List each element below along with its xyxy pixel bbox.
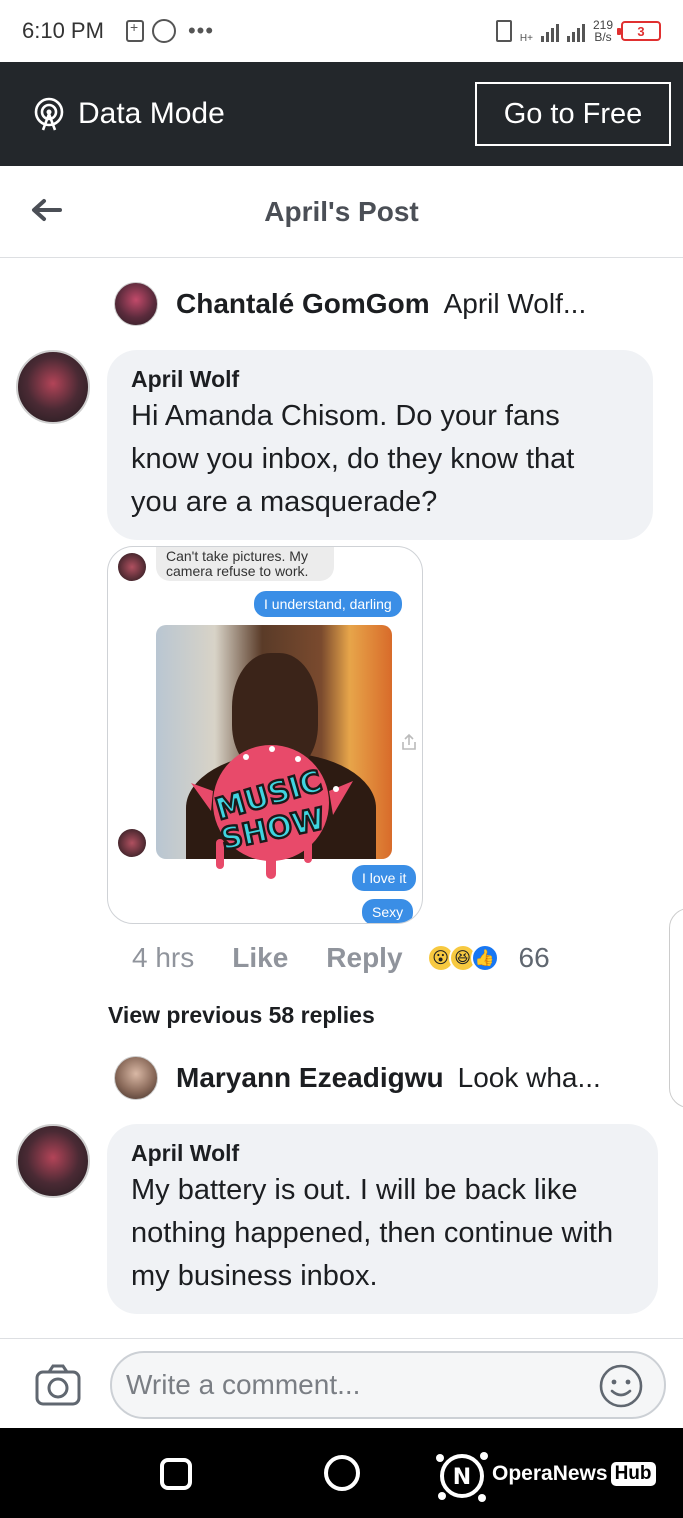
comment-thread: Chantalé GomGom April Wolf... April Wolf… [0,258,683,1338]
signal-2-icon [566,20,585,42]
data-mode-bar: Data Mode Go to Free [0,62,683,166]
reaction-count[interactable]: 66 [519,942,550,974]
page-title: April's Post [264,195,419,227]
svg-text:N: N [453,1465,471,1490]
share-icon [402,733,416,750]
avatar [118,553,146,581]
vibrate-icon [495,20,512,42]
operanews-logo-icon: N [436,1452,488,1502]
parent-comment-2[interactable]: Maryann Ezeadigwu Look wha... [114,1056,601,1100]
view-previous-replies-link[interactable]: View previous 58 replies [108,1002,375,1029]
avatar[interactable] [16,350,90,424]
status-bar: 6:10 PM ••• H+ 219 B/s 3 [0,0,683,62]
back-arrow-icon[interactable] [26,192,66,232]
watermark-brand: OperaNews [492,1462,608,1485]
avatar [118,829,146,857]
camera-icon[interactable] [34,1363,82,1407]
opera-notification-icon [151,19,176,43]
comment-composer [0,1338,683,1428]
emoji-icon[interactable] [598,1363,644,1409]
status-left-icons: ••• [125,18,215,44]
avatar[interactable] [114,1056,158,1100]
go-to-free-button[interactable]: Go to Free [475,82,671,146]
reply-text: Hi Amanda Chisom. Do your fans know you … [131,400,575,518]
attachment-message: Can't take pictures. My camera refuse to… [156,547,334,581]
network-speed-unit: B/s [594,30,612,44]
reply-author-name[interactable]: April Wolf [131,366,629,393]
parent-author-name[interactable]: Chantalé GomGom [176,288,430,320]
avatar[interactable] [114,282,158,326]
music-show-logo: MUSIC SHOW [191,745,353,879]
data-mode-label: Data Mode [78,97,225,130]
network-type-label: H+ [519,32,533,44]
attached-screenshot[interactable]: Can't take pictures. My camera refuse to… [107,546,423,924]
attachment-message-blue: Sexy [362,899,414,923]
reactions[interactable]: 😮 😆 👍 [426,944,499,972]
reply-author-name[interactable]: April Wolf [131,1140,634,1167]
comment-input[interactable] [110,1351,666,1419]
system-nav-bar: N OperaNews Hub [0,1428,683,1518]
battery-level: 3 [637,23,645,39]
reply-bubble-2[interactable]: April Wolf My battery is out. I will be … [107,1124,658,1314]
page-header: April's Post [0,166,683,258]
parent-comment-snippet: Look wha... [457,1062,601,1093]
attachment-message-blue: I understand, darling [254,591,402,617]
broadcast-icon [34,97,64,131]
reply-bubble-1[interactable]: April Wolf Hi Amanda Chisom. Do your fan… [107,350,653,540]
like-reaction-icon: 👍 [470,944,499,972]
battery-icon: 3 [617,21,661,41]
comment-meta-row: 4 hrs Like Reply 😮 😆 👍 66 [132,940,550,976]
network-speed: 219 B/s [593,19,613,43]
status-right-icons: H+ 219 B/s 3 [495,19,661,44]
watermark-hub: Hub [610,1462,656,1486]
home-button[interactable] [324,1455,360,1491]
status-time: 6:10 PM [22,18,104,43]
reply-text: My battery is out. I will be back like n… [131,1174,614,1292]
parent-author-name[interactable]: Maryann Ezeadigwu [176,1062,444,1094]
like-button[interactable]: Like [232,942,288,974]
more-notifications-icon: ••• [187,18,215,43]
attachment-message-blue: I love it [352,865,417,891]
reply-button[interactable]: Reply [326,942,402,974]
recent-apps-button[interactable] [160,1458,192,1490]
parent-comment-1[interactable]: Chantalé GomGom April Wolf... [114,282,586,326]
battery-saver-icon [125,19,144,42]
comment-timestamp: 4 hrs [132,942,195,973]
avatar[interactable] [16,1124,90,1198]
signal-1-icon [540,20,559,42]
parent-comment-snippet: April Wolf... [443,288,587,319]
side-panel-handle[interactable] [669,908,683,1108]
operanews-watermark: N OperaNews Hub [430,1442,656,1506]
